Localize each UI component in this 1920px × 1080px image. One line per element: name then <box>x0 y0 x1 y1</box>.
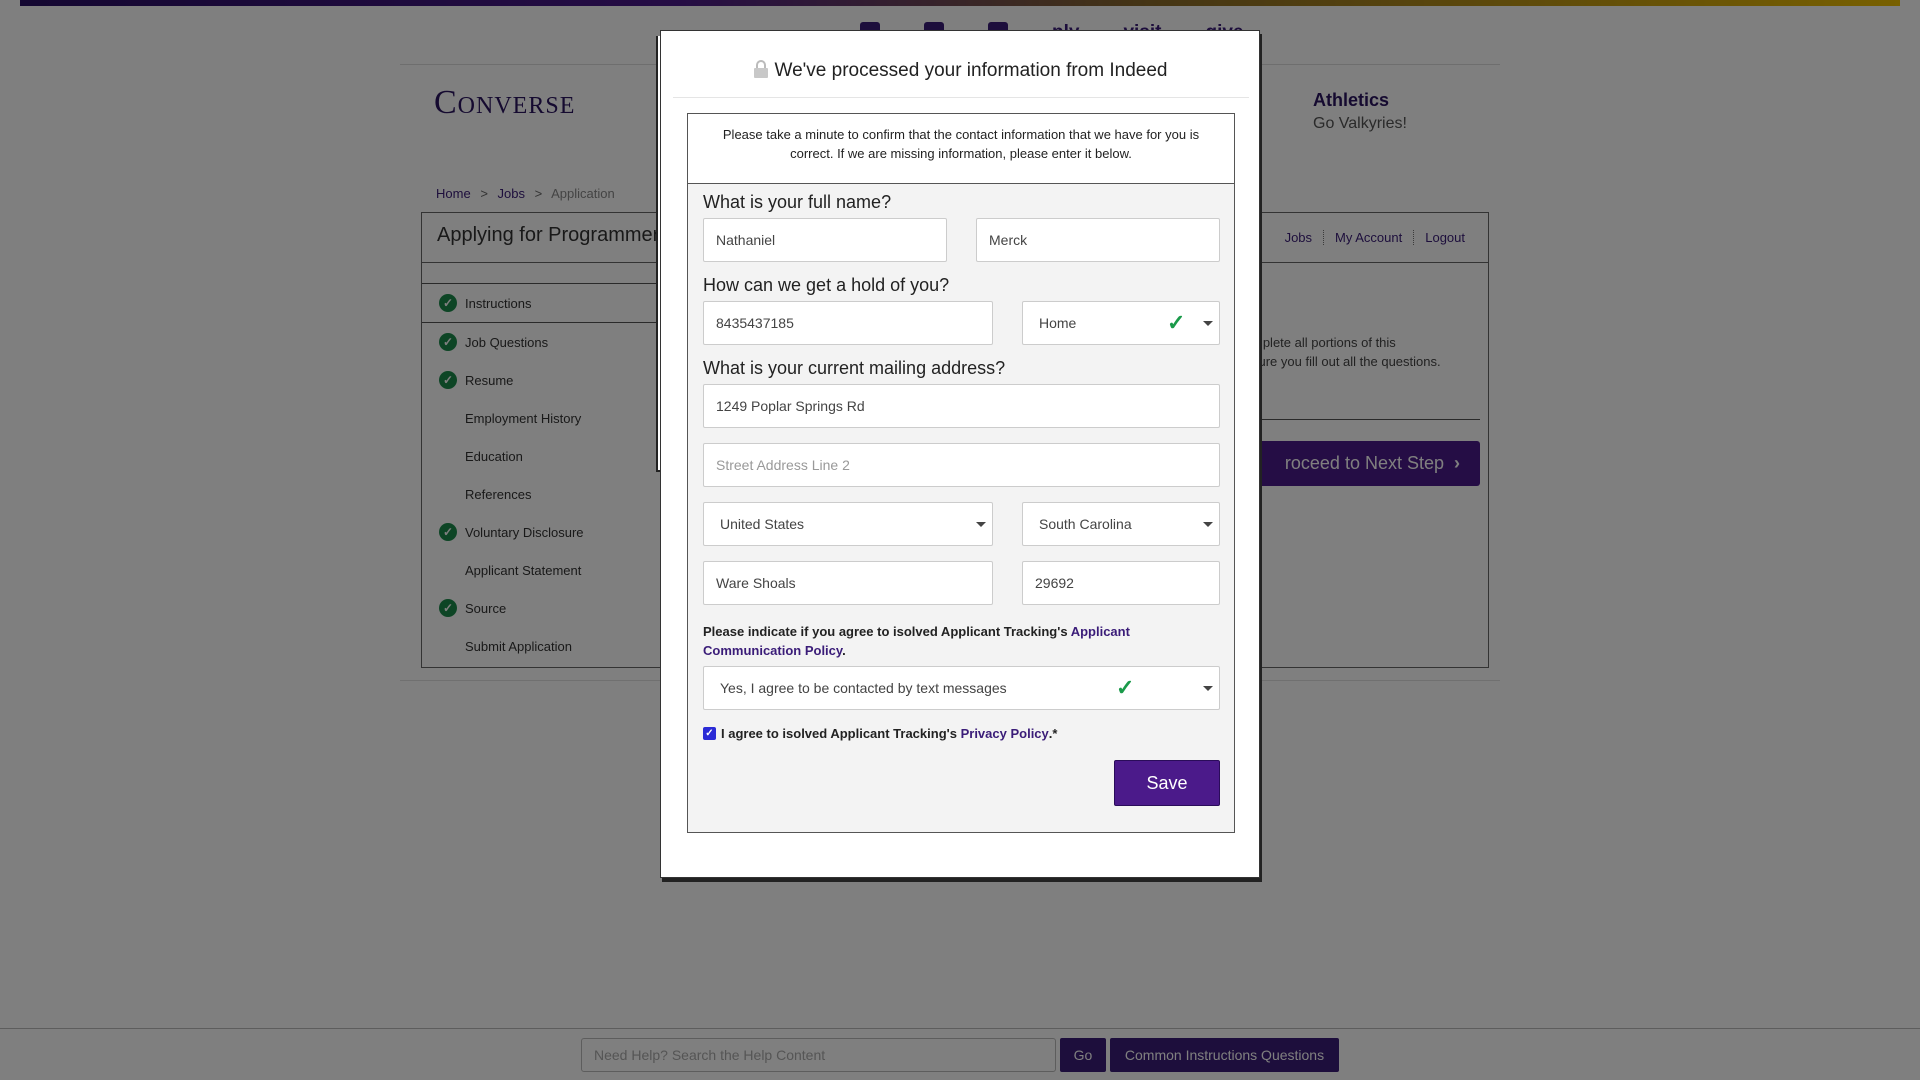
zip-field[interactable]: 29692 <box>1022 561 1220 605</box>
modal-title-divider <box>673 97 1249 98</box>
privacy-checkbox[interactable]: ✓ <box>703 727 716 740</box>
agree-suffix: . <box>842 643 846 658</box>
modal-title-text: We've processed your information from In… <box>774 60 1168 81</box>
valid-check-icon: ✓ <box>1116 675 1135 700</box>
phone-field[interactable]: 8435437185 <box>703 301 993 345</box>
state-value: South Carolina <box>1039 516 1132 532</box>
indeed-import-modal: We've processed your information from In… <box>660 30 1260 878</box>
agree-prefix: Please indicate if you agree to isolved … <box>703 624 1068 639</box>
text-consent-select[interactable]: Yes, I agree to be contacted by text mes… <box>703 666 1220 710</box>
contact-form: Please take a minute to confirm that the… <box>687 113 1235 833</box>
phone-type-value: Home <box>1039 315 1077 331</box>
chevron-down-icon <box>1203 522 1213 527</box>
question-full-name: What is your full name? <box>703 192 892 212</box>
lock-icon <box>753 60 768 78</box>
state-select[interactable]: South Carolina <box>1022 502 1220 546</box>
chevron-down-icon <box>1203 321 1213 326</box>
privacy-prefix: I agree to isolved Applicant Tracking's <box>721 726 957 741</box>
valid-check-icon: ✓ <box>1167 310 1186 335</box>
country-select[interactable]: United States <box>703 502 993 546</box>
question-mailing-address: What is your current mailing address? <box>703 358 1006 378</box>
privacy-policy-link[interactable]: Privacy Policy <box>961 726 1049 741</box>
address-line-2-field[interactable]: Street Address Line 2 <box>703 443 1220 487</box>
text-consent-value: Yes, I agree to be contacted by text mes… <box>720 680 1007 696</box>
question-contact: How can we get a hold of you? <box>703 275 950 295</box>
country-value: United States <box>720 516 805 532</box>
communication-policy-text: Please indicate if you agree to isolved … <box>703 622 1223 660</box>
save-button[interactable]: Save <box>1114 760 1220 806</box>
chevron-down-icon <box>1203 686 1213 691</box>
modal-title: We've processed your information from In… <box>661 59 1259 82</box>
privacy-suffix: .* <box>1048 726 1058 741</box>
address-line-1-field[interactable]: 1249 Poplar Springs Rd <box>703 384 1220 428</box>
confirm-notice: Please take a minute to confirm that the… <box>688 114 1234 184</box>
chevron-down-icon <box>976 522 986 527</box>
privacy-agreement: ✓ I agree to isolved Applicant Tracking'… <box>703 726 1057 741</box>
phone-type-select[interactable]: Home ✓ <box>1022 301 1220 345</box>
last-name-field[interactable]: Merck <box>976 218 1220 262</box>
city-field[interactable]: Ware Shoals <box>703 561 993 605</box>
first-name-field[interactable]: Nathaniel <box>703 218 947 262</box>
